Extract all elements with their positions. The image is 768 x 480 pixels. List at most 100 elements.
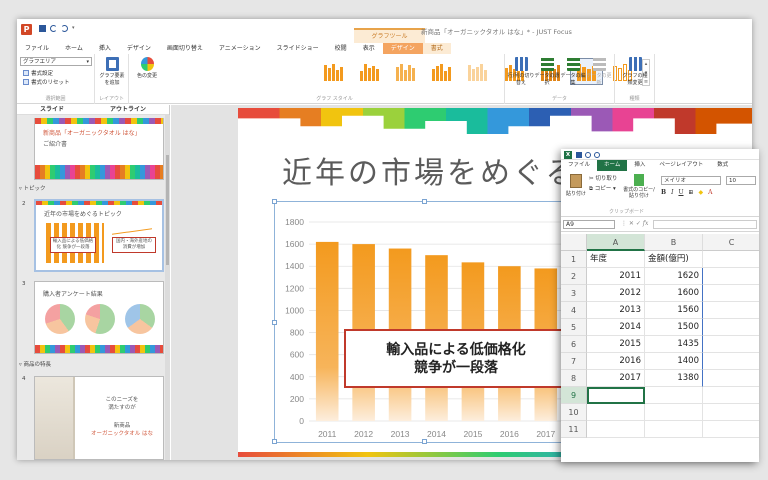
cell-b10[interactable] bbox=[645, 404, 703, 421]
cell-a10[interactable] bbox=[587, 404, 645, 421]
column-header-a[interactable]: A bbox=[587, 234, 645, 251]
font-name-select[interactable]: メイリオ bbox=[661, 176, 721, 185]
row-header-5[interactable]: 5 bbox=[561, 319, 587, 336]
slide-thumbnail-4[interactable]: このニーズを 満たすのが 新商品 オーガニックタオル はな bbox=[34, 376, 164, 460]
cell-c8[interactable] bbox=[703, 370, 759, 387]
cell-a2[interactable]: 2011 bbox=[587, 268, 645, 285]
cell-a9[interactable] bbox=[587, 387, 645, 404]
cell-c11[interactable] bbox=[703, 421, 759, 438]
scrollbar-thumb[interactable] bbox=[166, 155, 169, 265]
row-header-2[interactable]: 2 bbox=[561, 268, 587, 285]
excel-save-icon[interactable] bbox=[576, 152, 582, 158]
row-header-11[interactable]: 11 bbox=[561, 421, 587, 438]
row-header-9[interactable]: 9 bbox=[561, 387, 587, 404]
row-header-4[interactable]: 4 bbox=[561, 302, 587, 319]
add-chart-element-button[interactable]: グラフ要素を追加 bbox=[98, 57, 126, 86]
pane-tab-outline[interactable]: アウトライン bbox=[110, 105, 146, 114]
chart-style-3[interactable] bbox=[389, 58, 422, 85]
cell-a7[interactable]: 2016 bbox=[587, 353, 645, 370]
slide-thumbnail-3[interactable]: 購入者アンケート結果 bbox=[34, 281, 164, 354]
tab-transitions[interactable]: 画面切り替え bbox=[159, 43, 211, 54]
pane-tab-slides[interactable]: スライド bbox=[40, 105, 64, 114]
slide-thumbnail-2[interactable]: 近年の市場をめぐるトピック 輸入品による低価格化 競争が一段落 国内・海外産地の… bbox=[34, 199, 164, 272]
font-color-icon[interactable]: A bbox=[708, 189, 712, 196]
cell-c6[interactable] bbox=[703, 336, 759, 353]
edit-data-button[interactable]: データの編集 bbox=[559, 57, 587, 86]
tab-design[interactable]: デザイン bbox=[119, 43, 159, 54]
cell-b8[interactable]: 1380 bbox=[645, 370, 703, 387]
tab-insert[interactable]: 挿入 bbox=[91, 43, 119, 54]
reset-format-button[interactable]: 書式のリセット bbox=[23, 78, 70, 86]
undo-icon[interactable] bbox=[50, 25, 57, 32]
row-header-8[interactable]: 8 bbox=[561, 370, 587, 387]
row-header-1[interactable]: 1 bbox=[561, 251, 587, 268]
cell-a11[interactable] bbox=[587, 421, 645, 438]
cell-a5[interactable]: 2014 bbox=[587, 319, 645, 336]
change-chart-type-button[interactable]: グラフの種類変更 bbox=[621, 57, 649, 86]
cell-a4[interactable]: 2013 bbox=[587, 302, 645, 319]
tab-view[interactable]: 表示 bbox=[355, 43, 383, 54]
cell-c9[interactable] bbox=[703, 387, 759, 404]
format-painter-button[interactable]: 書式のコピー/貼り付け bbox=[621, 174, 657, 199]
font-size-select[interactable]: 10 bbox=[726, 176, 756, 185]
select-data-button[interactable]: データの選択 bbox=[533, 57, 561, 86]
paste-button[interactable]: 貼り付け bbox=[565, 174, 587, 197]
row-header-3[interactable]: 3 bbox=[561, 285, 587, 302]
cell-a6[interactable]: 2015 bbox=[587, 336, 645, 353]
row-header-6[interactable]: 6 bbox=[561, 336, 587, 353]
cell-c10[interactable] bbox=[703, 404, 759, 421]
tab-file[interactable]: ファイル bbox=[17, 43, 58, 54]
cell-b9[interactable] bbox=[645, 387, 703, 404]
cell-b4[interactable]: 1560 bbox=[645, 302, 703, 319]
name-box[interactable]: A9 bbox=[563, 220, 615, 229]
row-header-7[interactable]: 7 bbox=[561, 353, 587, 370]
cell-b2[interactable]: 1620 bbox=[645, 268, 703, 285]
refresh-data-button[interactable]: データの更新 bbox=[585, 57, 613, 86]
column-header-b[interactable]: B bbox=[645, 234, 703, 251]
excel-tab-file[interactable]: ファイル bbox=[561, 160, 597, 171]
tab-animations[interactable]: アニメーション bbox=[211, 43, 269, 54]
switch-row-column-button[interactable]: 行/列の切り替え bbox=[507, 57, 535, 86]
tab-chart-format[interactable]: 書式 bbox=[422, 43, 451, 54]
cell-b11[interactable] bbox=[645, 421, 703, 438]
tab-slideshow[interactable]: スライドショー bbox=[269, 43, 327, 54]
section-header-features[interactable]: ▿ 商品の特長 bbox=[19, 360, 51, 368]
format-selection-button[interactable]: 書式設定 bbox=[23, 69, 53, 77]
chart-element-select[interactable]: グラフエリア bbox=[20, 57, 92, 66]
callout-box[interactable]: 輸入品による低価格化 競争が一段落 bbox=[344, 329, 568, 388]
change-colors-button[interactable]: 色の変更 bbox=[133, 57, 161, 80]
resize-handle-tl[interactable] bbox=[272, 199, 277, 204]
chart-container[interactable]: 0 200 400 600 800 1000 1200 1400 1600 1800 2011 201… bbox=[272, 199, 575, 444]
chart-style-4[interactable] bbox=[425, 58, 458, 85]
bar-chart[interactable]: 0 200 400 600 800 1000 1200 1400 1600 1800 2011 201… bbox=[275, 202, 575, 444]
excel-redo-icon[interactable] bbox=[594, 152, 600, 158]
excel-undo-icon[interactable] bbox=[585, 152, 591, 158]
cell-a8[interactable]: 2017 bbox=[587, 370, 645, 387]
cell-b7[interactable]: 1400 bbox=[645, 353, 703, 370]
border-icon[interactable]: ⊞ bbox=[689, 189, 694, 196]
resize-handle-left[interactable] bbox=[272, 320, 277, 325]
excel-tab-insert[interactable]: 挿入 bbox=[627, 160, 652, 171]
section-header-topic[interactable]: ▿ トピック bbox=[19, 184, 46, 192]
cell-b6[interactable]: 1435 bbox=[645, 336, 703, 353]
cell-a1[interactable]: 年度 bbox=[587, 251, 645, 268]
cell-c1[interactable] bbox=[703, 251, 759, 268]
cell-c7[interactable] bbox=[703, 353, 759, 370]
copy-button[interactable]: ⧉ コピー ▾ bbox=[589, 184, 616, 193]
tab-home[interactable]: ホーム bbox=[57, 43, 91, 54]
select-all-corner[interactable] bbox=[561, 234, 587, 251]
chart-style-2[interactable] bbox=[353, 58, 386, 85]
column-header-c[interactable]: C bbox=[703, 234, 759, 251]
cell-c4[interactable] bbox=[703, 302, 759, 319]
chart-style-1[interactable] bbox=[317, 58, 350, 85]
tab-review[interactable]: 校閲 bbox=[327, 43, 355, 54]
tab-chart-design[interactable]: デザイン bbox=[382, 43, 423, 54]
customize-qat-icon[interactable]: ▾ bbox=[72, 25, 79, 32]
cell-a3[interactable]: 2012 bbox=[587, 285, 645, 302]
cell-c5[interactable] bbox=[703, 319, 759, 336]
resize-handle-top[interactable] bbox=[422, 199, 427, 204]
cell-b1[interactable]: 金額(億円) bbox=[645, 251, 703, 268]
resize-handle-bottom[interactable] bbox=[422, 439, 427, 444]
cell-b5[interactable]: 1500 bbox=[645, 319, 703, 336]
slide-thumbnail-1[interactable]: 新商品「オーガニックタオル はな」 ご紹介書 bbox=[34, 118, 164, 180]
